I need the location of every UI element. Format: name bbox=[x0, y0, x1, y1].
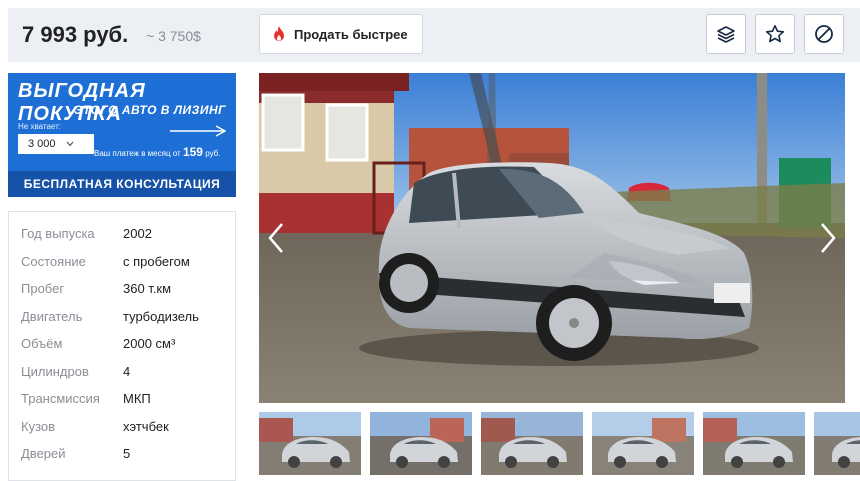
main-photo[interactable] bbox=[259, 73, 845, 403]
spec-value: МКП bbox=[123, 391, 151, 406]
promo-lack-label: Не хватает: bbox=[18, 122, 61, 131]
chevron-down-icon bbox=[66, 141, 73, 147]
payment-unit: руб. bbox=[205, 149, 221, 158]
gallery-thumbnail[interactable] bbox=[259, 412, 361, 475]
thumbnail-image bbox=[592, 412, 694, 475]
promo-payment: Ваш платеж в месяц от 159 руб. bbox=[94, 145, 220, 159]
amount-select[interactable]: 3 000 bbox=[18, 134, 94, 154]
amount-value: 3 000 bbox=[28, 138, 56, 150]
thumbnail-image bbox=[814, 412, 860, 475]
spec-row: Трансмиссия МКП bbox=[21, 391, 151, 406]
spec-label: Трансмиссия bbox=[21, 391, 100, 406]
spec-label: Объём bbox=[21, 336, 63, 351]
price-main: 7 993 руб. bbox=[22, 22, 129, 47]
spec-row: Двигатель турбодизель bbox=[21, 309, 199, 324]
spec-label: Состояние bbox=[21, 253, 86, 269]
spec-label: Двигатель bbox=[21, 308, 83, 324]
spec-row: Год выпуска 2002 bbox=[21, 226, 152, 241]
block-icon bbox=[815, 25, 833, 43]
price-usd: ~ 3 750$ bbox=[146, 28, 201, 44]
gallery-thumbnail[interactable] bbox=[703, 412, 805, 475]
gallery-prev-arrow[interactable] bbox=[266, 222, 286, 254]
car-photo bbox=[259, 73, 845, 403]
gallery-thumbnail[interactable] bbox=[370, 412, 472, 475]
spec-value: турбодизель bbox=[123, 308, 199, 324]
spec-row: Кузов хэтчбек bbox=[21, 419, 169, 434]
spec-value: с пробегом bbox=[123, 253, 190, 269]
thumbnail-strip bbox=[259, 412, 860, 475]
specs-table: Год выпуска 2002 Состояние с пробегом Пробег… bbox=[8, 211, 236, 481]
spec-label: Год выпуска bbox=[21, 226, 95, 241]
spec-row: Цилиндров 4 bbox=[21, 364, 130, 379]
thumbnail-image bbox=[703, 412, 805, 475]
spec-label: Кузов bbox=[21, 418, 56, 434]
star-icon bbox=[765, 25, 785, 43]
spec-row: Пробег 360 т.км bbox=[21, 281, 171, 296]
spec-value: 2002 bbox=[123, 226, 152, 241]
spec-row: Объём 2000 см³ bbox=[21, 336, 175, 351]
thumbnail-image bbox=[259, 412, 361, 475]
thumbnail-image bbox=[370, 412, 472, 475]
hide-button[interactable] bbox=[804, 14, 844, 54]
spec-value: 4 bbox=[123, 363, 131, 379]
spec-value: хэтчбек bbox=[123, 418, 169, 434]
gallery-next-arrow[interactable] bbox=[818, 222, 838, 254]
spec-row: Дверей 5 bbox=[21, 446, 130, 461]
payment-amount: 159 bbox=[182, 145, 203, 159]
gallery-thumbnail[interactable] bbox=[592, 412, 694, 475]
sell-faster-label: Продать быстрее bbox=[294, 26, 408, 42]
fire-icon bbox=[274, 26, 284, 41]
spec-label: Пробег bbox=[21, 281, 65, 296]
leasing-banner[interactable]: ВЫГОДНАЯ ПОКУПКА ЭТОГО АВТО В ЛИЗИНГ Не … bbox=[8, 73, 236, 197]
spec-value: 360 т.км bbox=[123, 281, 172, 296]
spec-value: 2000 см³ bbox=[123, 336, 176, 351]
spec-label: Цилиндров bbox=[21, 363, 89, 379]
top-bar: 7 993 руб. ~ 3 750$ Продать быстрее bbox=[8, 8, 860, 62]
gallery-thumbnail[interactable] bbox=[814, 412, 860, 475]
promo-subtitle: ЭТОГО АВТО В ЛИЗИНГ bbox=[73, 103, 226, 117]
favorite-button[interactable] bbox=[755, 14, 795, 54]
arrow-right-icon bbox=[170, 125, 226, 137]
spec-row: Состояние с пробегом bbox=[21, 254, 190, 269]
payment-prefix: Ваш платеж в месяц от bbox=[94, 149, 181, 158]
compare-button[interactable] bbox=[706, 14, 746, 54]
gallery-thumbnail[interactable] bbox=[481, 412, 583, 475]
layers-icon bbox=[717, 26, 735, 43]
thumbnail-image bbox=[481, 412, 583, 475]
spec-value: 5 bbox=[123, 446, 131, 461]
sell-faster-button[interactable]: Продать быстрее bbox=[259, 14, 423, 54]
spec-label: Дверей bbox=[21, 446, 66, 461]
free-consultation-button[interactable]: БЕСПЛАТНАЯ КОНСУЛЬТАЦИЯ bbox=[8, 171, 236, 197]
